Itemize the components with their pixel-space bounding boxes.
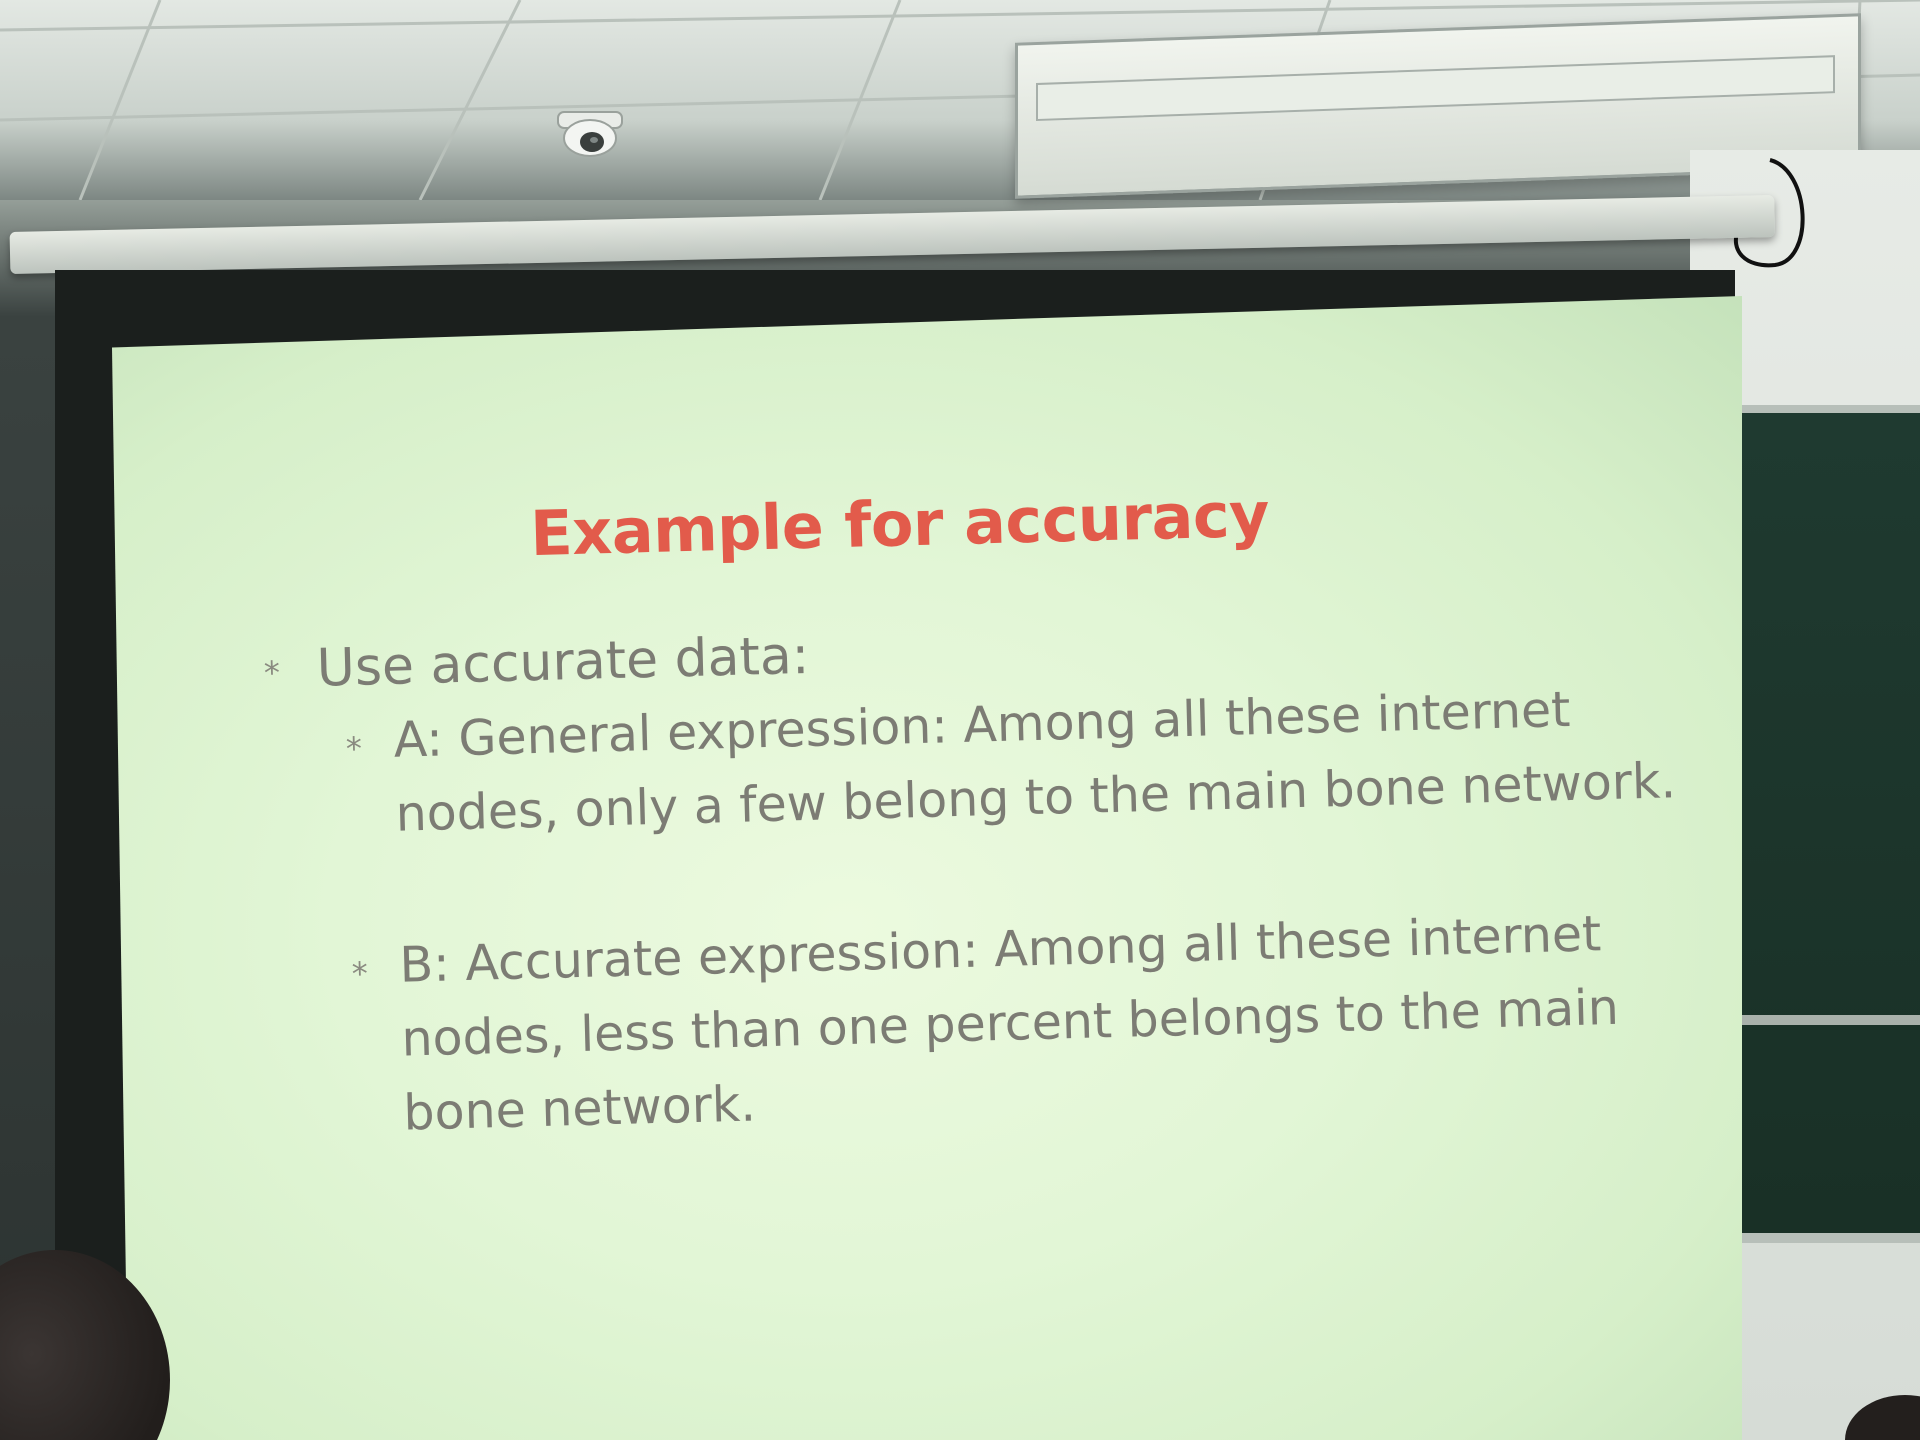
light-diffuser: [1036, 55, 1835, 122]
security-camera-icon: [557, 111, 623, 157]
bullet-star-icon: *: [345, 729, 363, 769]
bullet-star-icon: *: [351, 954, 369, 993]
chalk-rail: [1740, 1015, 1920, 1025]
bullet-star-icon: *: [263, 653, 281, 693]
bullet-use-accurate-data: Use accurate data:: [316, 625, 810, 699]
bullet-accurate-expression: B: Accurate expression: Among all these …: [399, 897, 1622, 1151]
projected-slide: Example for accuracy * Use accurate data…: [112, 253, 1771, 1439]
bullet-general-expression: A: General expression: Among all these i…: [393, 670, 1677, 851]
classroom-scene: Example for accuracy * Use accurate data…: [0, 0, 1920, 1440]
slide-title: Example for accuracy: [529, 477, 1270, 571]
